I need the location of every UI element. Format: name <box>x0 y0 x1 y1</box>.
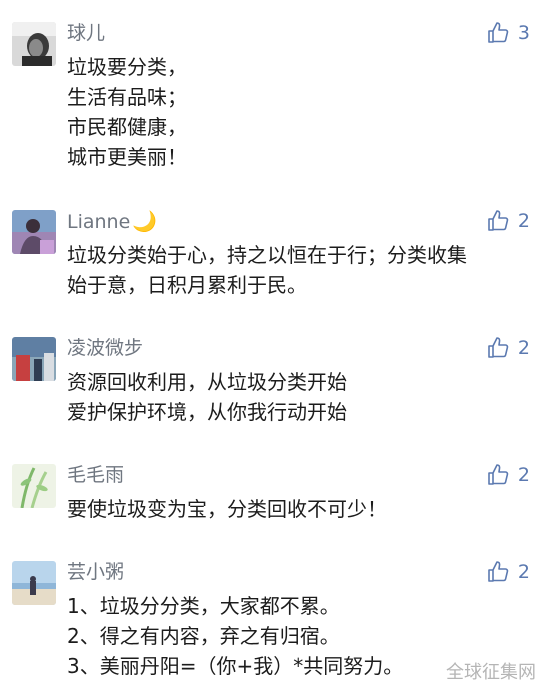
like-button[interactable]: 2 <box>486 335 530 361</box>
thumbs-up-icon <box>488 22 509 43</box>
comment-line: 垃圾分类始于心，持之以恒在于行；分类收集 <box>67 243 467 267</box>
comment-text: 垃圾分类始于心，持之以恒在于行；分类收集 始于意，日积月累利于民。 <box>67 240 467 300</box>
like-button[interactable]: 2 <box>486 208 530 234</box>
avatar[interactable] <box>12 210 56 254</box>
like-count: 2 <box>517 561 530 583</box>
like-count: 2 <box>517 210 530 232</box>
comment-line: 垃圾要分类， <box>67 55 187 79</box>
thumbs-up-icon <box>488 337 509 358</box>
comment-line: 市民都健康， <box>67 115 187 139</box>
comment-text: 垃圾要分类， 生活有品味； 市民都健康， 城市更美丽！ <box>67 52 187 172</box>
comment-line: 3、美丽丹阳=（你+我）*共同努力。 <box>67 654 404 678</box>
commenter-name-text: Lianne <box>67 211 131 233</box>
comment-text: 要使垃圾变为宝，分类回收不可少！ <box>67 494 387 524</box>
comment-line: 资源回收利用，从垃圾分类开始 <box>67 370 347 394</box>
commenter-name[interactable]: 芸小粥 <box>67 559 124 585</box>
comment-line: 始于意，日积月累利于民。 <box>67 273 307 297</box>
comment-line: 爱护保护环境，从你我行动开始 <box>67 400 347 424</box>
thumbs-up-icon <box>488 561 509 582</box>
comment-line: 城市更美丽！ <box>67 145 187 169</box>
comment-line: 2、得之有内容，弃之有归宿。 <box>67 624 340 648</box>
comment-text: 资源回收利用，从垃圾分类开始 爱护保护环境，从你我行动开始 <box>67 367 347 427</box>
comment-text: 1、垃圾分分类，大家都不累。 2、得之有内容，弃之有归宿。 3、美丽丹阳=（你+… <box>67 591 403 681</box>
commenter-name[interactable]: 球儿 <box>67 20 105 46</box>
avatar[interactable] <box>12 464 56 508</box>
like-button[interactable]: 2 <box>486 462 530 488</box>
commenter-name[interactable]: 凌波微步 <box>67 335 143 361</box>
watermark: 全球征集网 <box>446 662 536 683</box>
avatar[interactable] <box>12 337 56 381</box>
thumbs-up-icon <box>488 464 509 485</box>
avatar[interactable] <box>12 561 56 605</box>
like-count: 2 <box>517 337 530 359</box>
crescent-moon-icon: 🌙 <box>132 209 158 233</box>
like-button[interactable]: 2 <box>486 559 530 585</box>
comment-line: 1、垃圾分分类，大家都不累。 <box>67 594 340 618</box>
comment-line: 生活有品味； <box>67 85 187 109</box>
like-button[interactable]: 3 <box>486 20 530 46</box>
thumbs-up-icon <box>488 210 509 231</box>
commenter-name[interactable]: 毛毛雨 <box>67 462 124 488</box>
avatar[interactable] <box>12 22 56 66</box>
like-count: 3 <box>517 22 530 44</box>
comment-line: 要使垃圾变为宝，分类回收不可少！ <box>67 497 387 521</box>
commenter-name[interactable]: Lianne 🌙 <box>67 208 157 235</box>
like-count: 2 <box>517 464 530 486</box>
